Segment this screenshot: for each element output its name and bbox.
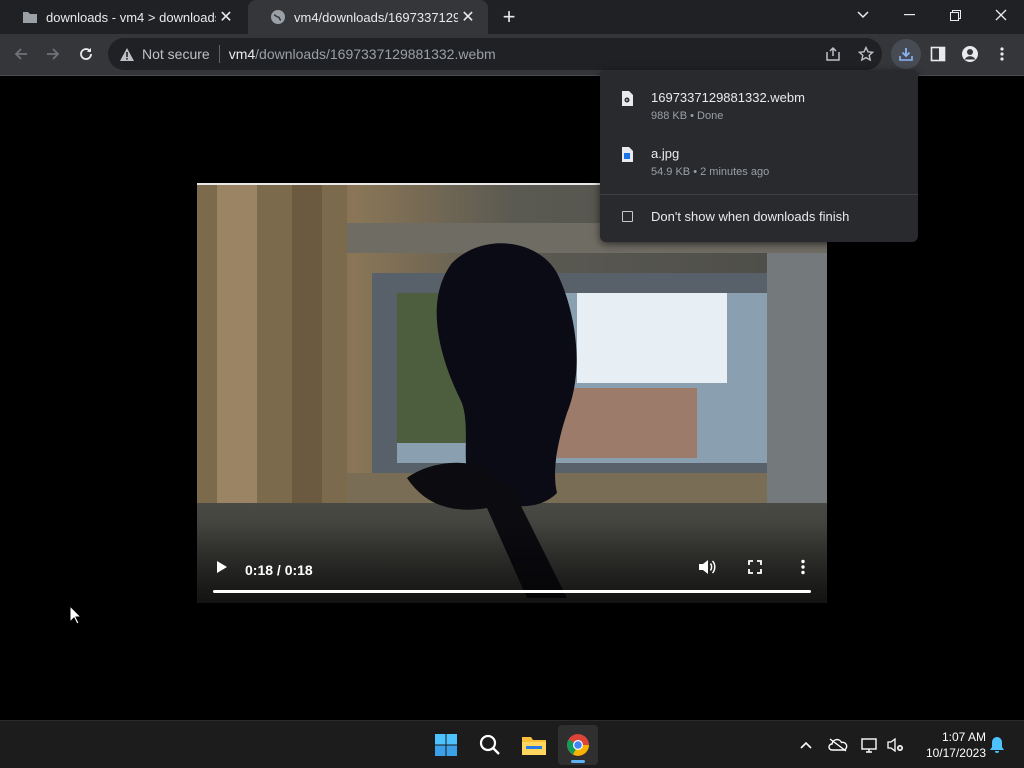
side-panel-icon[interactable] bbox=[923, 39, 953, 69]
close-tab-icon[interactable]: ✕ bbox=[216, 7, 236, 27]
tab-title: vm4/downloads/1697337129881 bbox=[294, 9, 458, 25]
mouse-cursor-icon bbox=[69, 604, 83, 630]
chrome-icon[interactable] bbox=[558, 725, 598, 765]
menu-kebab-icon[interactable] bbox=[987, 39, 1017, 69]
video-player[interactable]: 0:18 / 0:18 bbox=[197, 183, 827, 603]
globe-icon bbox=[270, 9, 286, 25]
reload-button[interactable] bbox=[71, 39, 101, 69]
minimize-button[interactable] bbox=[886, 0, 932, 30]
profile-avatar[interactable] bbox=[955, 39, 985, 69]
network-icon[interactable] bbox=[858, 733, 882, 757]
notification-bell-icon[interactable] bbox=[985, 733, 1009, 757]
dont-show-label[interactable]: Don't show when downloads finish bbox=[651, 209, 849, 224]
tab-webm-file[interactable]: vm4/downloads/1697337129881 ✕ bbox=[248, 0, 488, 34]
video-file-icon bbox=[621, 91, 633, 106]
windows-start-icon[interactable] bbox=[426, 725, 466, 765]
video-progress-bar[interactable] bbox=[213, 590, 811, 593]
url-host: vm4 bbox=[228, 46, 256, 62]
tab-downloads-folder[interactable]: downloads - vm4 > downloads ✕ bbox=[0, 0, 246, 34]
search-icon[interactable] bbox=[470, 725, 510, 765]
download-filename: a.jpg bbox=[651, 146, 680, 161]
file-explorer-icon[interactable] bbox=[514, 725, 554, 765]
download-item[interactable]: 1697337129881332.webm 988 KB • Done bbox=[600, 84, 918, 136]
video-time: 0:18 / 0:18 bbox=[245, 562, 313, 578]
volume-muted-icon[interactable] bbox=[884, 733, 908, 757]
chevron-up-icon[interactable] bbox=[794, 733, 818, 757]
windows-taskbar: 1:07 AM 10/17/2023 bbox=[0, 720, 1024, 768]
downloads-divider bbox=[600, 194, 918, 195]
image-file-icon bbox=[621, 147, 633, 162]
download-item[interactable]: a.jpg 54.9 KB • 2 minutes ago bbox=[600, 140, 918, 192]
download-status: 988 KB • Done bbox=[651, 110, 724, 122]
close-window-button[interactable] bbox=[978, 0, 1024, 30]
onedrive-offline-icon[interactable] bbox=[826, 733, 850, 757]
url-text[interactable]: vm4/downloads/1697337129881332.webm bbox=[229, 46, 496, 62]
share-icon[interactable] bbox=[818, 39, 848, 69]
restore-button[interactable] bbox=[932, 0, 978, 30]
forward-button[interactable] bbox=[38, 39, 68, 69]
volume-icon[interactable] bbox=[695, 555, 719, 579]
url-path: /downloads/1697337129881332.webm bbox=[255, 46, 496, 62]
screen: downloads - vm4 > downloads ✕ vm4/downlo… bbox=[0, 0, 1024, 768]
clock-time: 1:07 AM bbox=[941, 730, 986, 744]
tab-title: downloads - vm4 > downloads bbox=[46, 9, 216, 25]
active-app-indicator bbox=[571, 760, 585, 763]
fullscreen-icon[interactable] bbox=[743, 555, 767, 579]
video-options-icon[interactable] bbox=[791, 555, 815, 579]
back-button[interactable] bbox=[6, 39, 36, 69]
download-status: 54.9 KB • 2 minutes ago bbox=[651, 166, 770, 178]
dont-show-checkbox[interactable] bbox=[622, 211, 633, 222]
tab-search-icon[interactable] bbox=[840, 0, 886, 30]
new-tab-button[interactable]: + bbox=[496, 4, 522, 30]
download-filename: 1697337129881332.webm bbox=[651, 90, 805, 105]
clock-date: 10/17/2023 bbox=[925, 746, 986, 760]
warning-icon[interactable] bbox=[118, 45, 136, 63]
tab-strip: downloads - vm4 > downloads ✕ vm4/downlo… bbox=[0, 0, 1024, 34]
bookmark-star-icon[interactable] bbox=[851, 39, 881, 69]
downloads-button[interactable] bbox=[891, 39, 921, 69]
play-icon[interactable] bbox=[210, 555, 234, 579]
address-bar[interactable]: Not secure vm4/downloads/169733712988133… bbox=[108, 38, 882, 70]
system-clock[interactable]: 1:07 AM 10/17/2023 bbox=[914, 729, 986, 761]
security-status[interactable]: Not secure bbox=[142, 46, 210, 62]
folder-icon bbox=[22, 9, 38, 25]
downloads-bubble: 1697337129881332.webm 988 KB • Done a.jp… bbox=[600, 70, 918, 242]
omnibox-divider bbox=[218, 45, 220, 63]
close-tab-icon[interactable]: ✕ bbox=[458, 7, 478, 27]
